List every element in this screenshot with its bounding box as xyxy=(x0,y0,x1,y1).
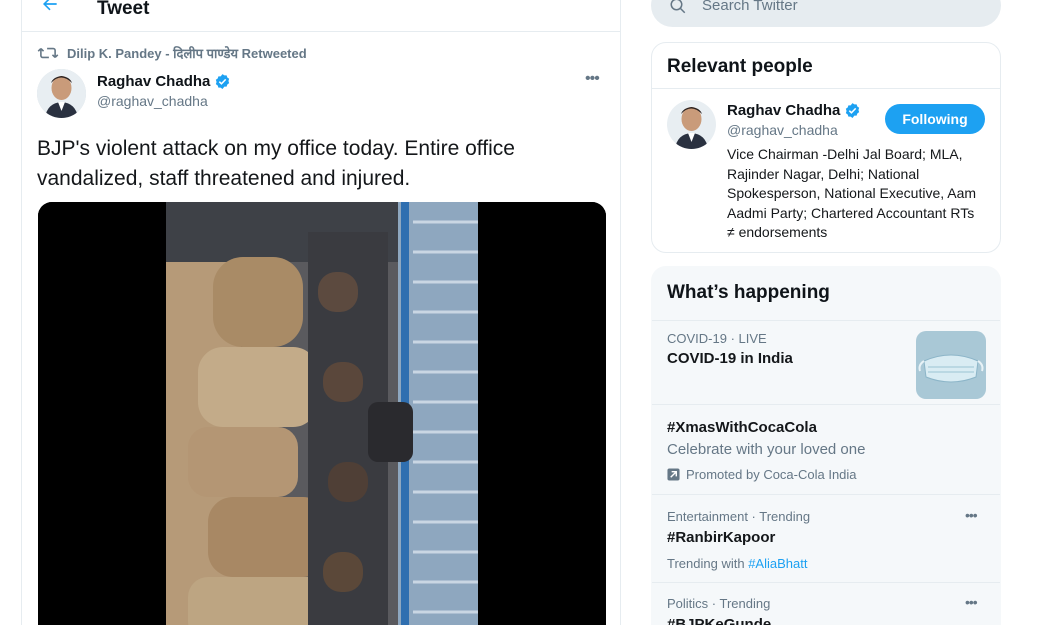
tweet-text: BJP's violent attack on my office today.… xyxy=(37,137,515,190)
search-input[interactable] xyxy=(702,0,962,14)
search-bar[interactable] xyxy=(651,0,1001,27)
person-name-row[interactable]: Raghav Chadha xyxy=(727,102,861,119)
trend-title: #XmasWithCocaCola xyxy=(667,419,817,436)
retweeted-by-label: Dilip K. Pandey - दिलीप पाण्डेय Retweete… xyxy=(67,46,307,61)
person-card[interactable]: Raghav Chadha @raghav_chadha Following V… xyxy=(652,89,1000,252)
person-handle[interactable]: @raghav_chadha xyxy=(727,122,838,138)
search-icon xyxy=(670,0,686,13)
person-name[interactable]: Raghav Chadha xyxy=(727,102,840,119)
person-bio: Vice Chairman -Delhi Jal Board; MLA, Raj… xyxy=(727,146,977,241)
more-options-icon[interactable]: ••• xyxy=(965,507,978,523)
retweet-icon xyxy=(37,47,59,59)
author-handle[interactable]: @raghav_chadha xyxy=(97,93,231,109)
relevant-people-title: Relevant people xyxy=(652,43,1000,89)
tweet-video[interactable] xyxy=(38,202,606,625)
more-options-icon[interactable]: ••• xyxy=(585,70,600,88)
trend-title: #RanbirKapoor xyxy=(667,529,776,546)
relevant-people-panel: Relevant people Raghav Chadha @raghav_ch… xyxy=(651,42,1001,253)
avatar[interactable] xyxy=(37,69,86,118)
trend-meta: Politics · Trending xyxy=(667,596,771,611)
verified-badge-icon xyxy=(846,103,860,118)
trend-title: #BJPKeGunde xyxy=(667,616,772,625)
video-frame xyxy=(38,202,606,625)
trend-thumbnail xyxy=(916,331,986,399)
verified-badge-icon xyxy=(216,74,230,89)
trend-meta: COVID-19 · LIVE xyxy=(667,331,767,346)
following-button[interactable]: Following xyxy=(885,104,985,134)
trend-subtitle: Celebrate with your loved one xyxy=(667,441,866,458)
author-name[interactable]: Raghav Chadha xyxy=(97,73,210,90)
trend-meta: Entertainment · Trending xyxy=(667,509,811,524)
promoted-text: Promoted by Coca-Cola India xyxy=(686,467,857,482)
more-options-icon[interactable]: ••• xyxy=(965,594,978,610)
whats-happening-title: What’s happening xyxy=(652,267,1000,321)
trending-with-prefix: Trending with xyxy=(667,556,745,571)
retweet-context[interactable]: Dilip K. Pandey - दिलीप पाण्डेय Retweete… xyxy=(37,44,307,62)
page-title: Tweet xyxy=(97,0,150,19)
trend-item-promoted[interactable]: #XmasWithCocaCola Celebrate with your lo… xyxy=(652,405,1000,495)
promoted-label: Promoted by Coca-Cola India xyxy=(667,467,857,482)
tweet-author[interactable]: Raghav Chadha @raghav_chadha xyxy=(97,73,231,109)
trending-with: Trending with #AliaBhatt xyxy=(667,556,807,571)
trend-item[interactable]: COVID-19 · LIVE COVID-19 in India xyxy=(652,321,1000,405)
tweet-header: Tweet xyxy=(22,0,620,32)
back-arrow-icon[interactable] xyxy=(40,0,60,20)
promoted-icon xyxy=(667,468,680,481)
whats-happening-panel: What’s happening COVID-19 · LIVE COVID-1… xyxy=(651,266,1001,625)
tweet-column: Tweet Dilip K. Pandey - दिलीप पाण्डेय Re… xyxy=(21,0,621,625)
trend-item[interactable]: Entertainment · Trending #RanbirKapoor T… xyxy=(652,495,1000,583)
avatar[interactable] xyxy=(667,100,716,149)
trend-item[interactable]: Politics · Trending #BJPKeGunde ••• xyxy=(652,583,1000,625)
trending-with-tag[interactable]: #AliaBhatt xyxy=(748,556,807,571)
trend-title: COVID-19 in India xyxy=(667,350,793,367)
